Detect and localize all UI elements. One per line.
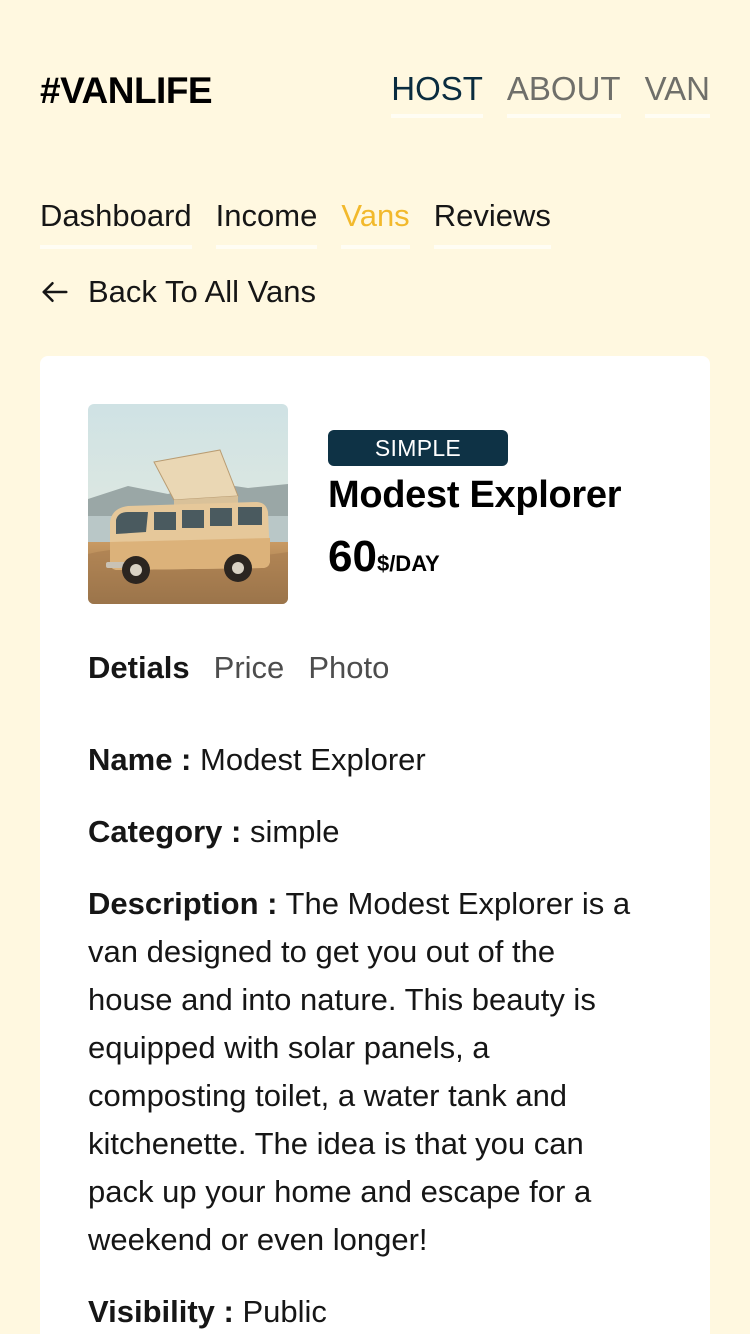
van-photo-illustration: [88, 404, 288, 604]
tab-details[interactable]: Detials: [88, 648, 190, 688]
van-detail-tabs: Detials Price Photo: [88, 648, 389, 688]
back-link-label: Back To All Vans: [88, 274, 317, 309]
back-to-vans-link[interactable]: Back To All Vans: [40, 272, 316, 312]
detail-description-value: The Modest Explorer is a van designed to…: [88, 886, 631, 1257]
detail-category-label: Category :: [88, 814, 242, 849]
detail-visibility-value: Public: [242, 1294, 327, 1329]
site-logo[interactable]: #VANLIFE: [40, 70, 213, 112]
tab-photo[interactable]: Photo: [308, 648, 389, 688]
host-nav: Dashboard Income Vans Reviews: [40, 197, 551, 249]
nav-host[interactable]: HOST: [391, 70, 483, 118]
nav-van[interactable]: VAN: [644, 70, 710, 118]
detail-name-value: Modest Explorer: [200, 742, 426, 777]
van-type-badge: SIMPLE: [328, 430, 508, 466]
van-detail-page: #VANLIFE HOST ABOUT VAN Dashboard Income…: [0, 0, 750, 1334]
van-photo: [88, 404, 288, 604]
detail-description-label: Description :: [88, 886, 278, 921]
price-amount: 60: [328, 532, 377, 581]
host-nav-vans[interactable]: Vans: [341, 197, 410, 249]
detail-visibility-row: Visibility : Public: [88, 1288, 648, 1334]
main-nav: HOST ABOUT VAN: [391, 70, 710, 118]
host-nav-reviews[interactable]: Reviews: [433, 197, 551, 249]
van-price: 60$/DAY: [328, 532, 440, 582]
detail-category-value: simple: [249, 814, 340, 849]
nav-about[interactable]: ABOUT: [506, 70, 621, 118]
arrow-left-icon: [42, 282, 68, 302]
tab-price[interactable]: Price: [214, 648, 285, 688]
detail-name-row: Name : Modest Explorer: [88, 736, 648, 784]
van-name-heading: Modest Explorer: [328, 474, 622, 516]
detail-visibility-label: Visibility :: [88, 1294, 234, 1329]
price-unit: $/DAY: [376, 551, 440, 576]
detail-name-label: Name :: [88, 742, 192, 777]
detail-description-row: Description : The Modest Explorer is a v…: [88, 880, 648, 1264]
host-nav-income[interactable]: Income: [215, 197, 318, 249]
detail-category-row: Category : simple: [88, 808, 648, 856]
host-nav-dashboard[interactable]: Dashboard: [40, 197, 192, 249]
van-detail-card: SIMPLE Modest Explorer 60$/DAY Detials P…: [40, 356, 710, 1334]
